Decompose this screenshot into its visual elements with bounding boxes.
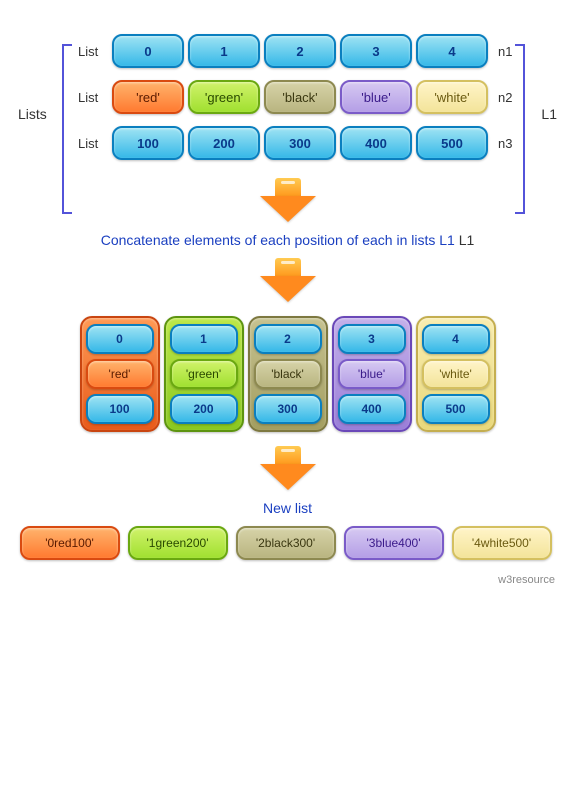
column: 0 'red' 100 (80, 316, 160, 432)
cell: 'blue' (340, 80, 412, 114)
cell: 'red' (86, 359, 154, 389)
caption-concat: Concatenate elements of each position of… (10, 232, 565, 248)
cell: 'white' (416, 80, 488, 114)
footer-credit: w3resource (10, 574, 565, 586)
new-list-row: '0red100' '1green200' '2black300' '3blue… (10, 526, 565, 560)
cell: 'blue' (338, 359, 406, 389)
list-label: List (78, 90, 112, 105)
lists-label: Lists (18, 106, 47, 122)
cell: 'black' (254, 359, 322, 389)
l1-outer-label: L1 (541, 106, 557, 122)
cell: '2black300' (236, 526, 336, 560)
cell: 500 (416, 126, 488, 160)
cell: 'red' (112, 80, 184, 114)
caption-newlist: New list (10, 500, 565, 516)
n3-label: n3 (498, 136, 512, 151)
cell: 'black' (264, 80, 336, 114)
cell: 0 (86, 324, 154, 354)
n1-label: n1 (498, 44, 512, 59)
cell: 400 (338, 394, 406, 424)
cell: 500 (422, 394, 490, 424)
cell: 200 (188, 126, 260, 160)
caption-text: Concatenate elements of each position of… (101, 232, 455, 248)
list-row-2: List 'red' 'green' 'black' 'blue' 'white… (78, 80, 565, 114)
list-label: List (78, 136, 112, 151)
cell: 1 (170, 324, 238, 354)
grouped-columns: 0 'red' 100 1 'green' 200 2 'black' 300 … (10, 316, 565, 432)
cell: 4 (422, 324, 490, 354)
list-row-3: List 100 200 300 400 500 n3 (78, 126, 565, 160)
diagram-root: Lists L1 List 0 1 2 3 4 n1 List 'red' 'g… (10, 34, 565, 586)
cell: '3blue400' (344, 526, 444, 560)
cell: 400 (340, 126, 412, 160)
cell: 300 (254, 394, 322, 424)
cell: 'green' (170, 359, 238, 389)
bracket-left (62, 44, 72, 214)
cell: 0 (112, 34, 184, 68)
cell: 'white' (422, 359, 490, 389)
column: 3 'blue' 400 (332, 316, 412, 432)
cell: 100 (112, 126, 184, 160)
cell: 3 (338, 324, 406, 354)
cell: 4 (416, 34, 488, 68)
column: 1 'green' 200 (164, 316, 244, 432)
cell: 1 (188, 34, 260, 68)
cell: '4white500' (452, 526, 552, 560)
cell: 3 (340, 34, 412, 68)
cell: 'green' (188, 80, 260, 114)
bracket-right (515, 44, 525, 214)
cell: 2 (254, 324, 322, 354)
list-label: List (78, 44, 112, 59)
cell: '1green200' (128, 526, 228, 560)
arrow-down-icon (10, 446, 565, 490)
arrow-down-icon (10, 258, 565, 302)
column: 2 'black' 300 (248, 316, 328, 432)
l1-inline-label: L1 (459, 232, 475, 248)
cell: 200 (170, 394, 238, 424)
cell: 300 (264, 126, 336, 160)
n2-label: n2 (498, 90, 512, 105)
column: 4 'white' 500 (416, 316, 496, 432)
cell: '0red100' (20, 526, 120, 560)
cell: 100 (86, 394, 154, 424)
list-row-1: List 0 1 2 3 4 n1 (78, 34, 565, 68)
arrow-down-icon (10, 178, 565, 222)
cell: 2 (264, 34, 336, 68)
